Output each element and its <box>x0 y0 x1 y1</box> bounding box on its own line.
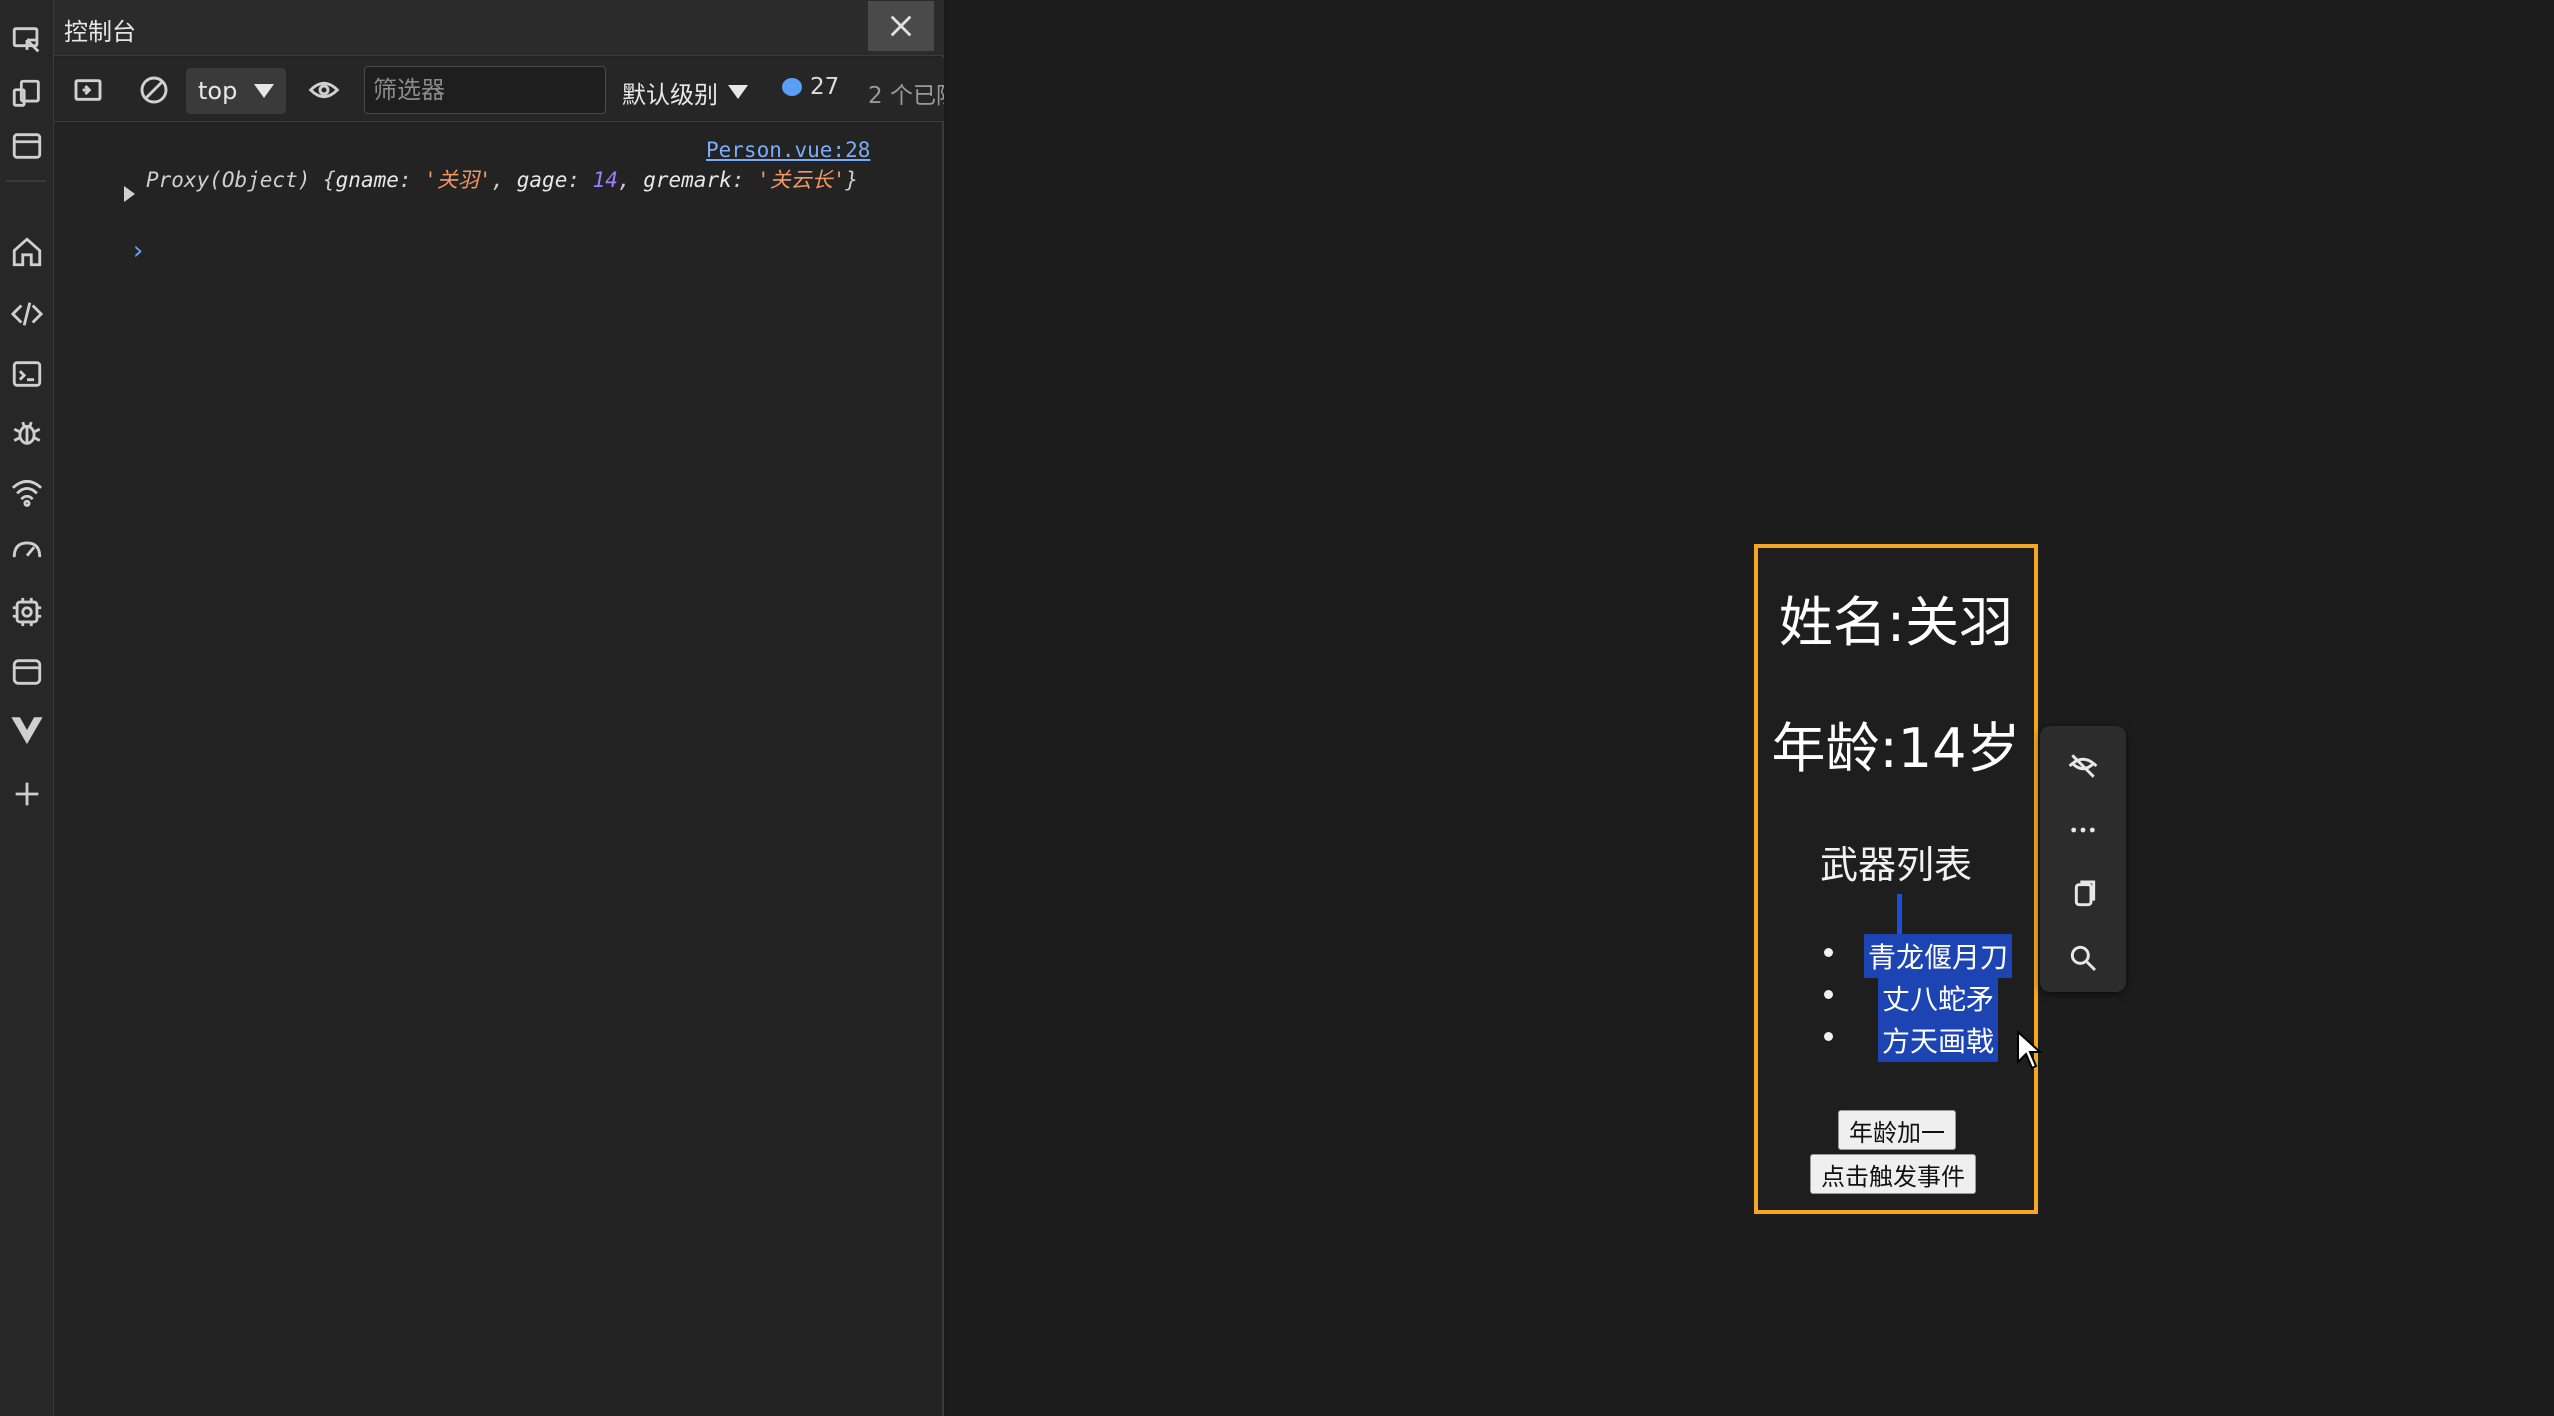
log-message[interactable]: Proxy(Object) {gname: '关羽', gage: 14, gr… <box>146 166 926 194</box>
close-button[interactable] <box>868 1 934 51</box>
application-icon[interactable] <box>0 648 54 696</box>
trigger-event-button[interactable]: 点击触发事件 <box>1810 1154 1976 1194</box>
weapon-name: 方天画戟 <box>1878 1018 1999 1062</box>
selection-mini-toolbar <box>2040 726 2126 992</box>
context-select-value: top <box>198 77 238 105</box>
search-button[interactable] <box>2063 938 2103 978</box>
list-item: 丈八蛇矛 <box>1758 976 2034 1020</box>
message-count[interactable]: 27 <box>782 74 839 100</box>
message-count-value: 27 <box>810 74 840 100</box>
chevron-down-icon <box>728 85 748 99</box>
hidden-count[interactable]: 2 个已隐藏 <box>868 76 944 110</box>
window-icon[interactable] <box>0 122 54 170</box>
list-item: 青龙偃月刀 <box>1758 934 2034 978</box>
message-icon <box>782 78 802 96</box>
console-icon[interactable] <box>0 350 54 398</box>
inspect-icon[interactable] <box>0 16 54 64</box>
context-select[interactable]: top <box>186 68 286 114</box>
log-key: gage <box>516 168 568 192</box>
code-icon[interactable] <box>0 290 54 338</box>
live-expression-button[interactable] <box>306 72 342 108</box>
log-value: 14 <box>592 168 618 192</box>
device-icon[interactable] <box>0 70 54 118</box>
close-icon <box>890 15 912 37</box>
log-key: gremark <box>643 168 732 192</box>
copy-icon <box>2074 880 2096 907</box>
person-name: 姓名:关羽 <box>1778 591 2014 654</box>
expand-triangle-icon[interactable] <box>124 186 135 202</box>
log-value: '关云长' <box>757 168 846 192</box>
hide-icon <box>2068 754 2098 778</box>
clear-icon <box>140 76 168 104</box>
eye-icon <box>308 81 340 99</box>
clear-console-button[interactable] <box>136 72 172 108</box>
page-viewport <box>946 0 2554 1416</box>
log-level-value: 默认级别 <box>622 80 718 109</box>
weapon-name: 丈八蛇矛 <box>1878 976 1999 1020</box>
devtools-panel: 控制台 top 默认级别 27 2 个已隐藏 Person.vue:28 <box>54 0 944 1416</box>
log-key: gname <box>335 168 399 192</box>
vue-icon[interactable] <box>0 706 54 754</box>
copy-button[interactable] <box>2063 874 2103 914</box>
person-age: 年龄:14岁 <box>1771 717 2021 780</box>
console-toolbar: top 默认级别 27 2 个已隐藏 <box>54 58 944 122</box>
mouse-cursor-icon <box>2017 1030 2042 1070</box>
search-icon <box>2070 945 2097 972</box>
network-icon[interactable] <box>0 468 54 516</box>
log-suffix: } <box>845 168 858 192</box>
console-prompt[interactable]: › <box>130 236 146 266</box>
sidebar-toggle-button[interactable] <box>70 72 106 108</box>
bug-icon[interactable] <box>0 408 54 456</box>
devtools-titlebar: 控制台 <box>54 0 944 56</box>
weapon-list: 青龙偃月刀 丈八蛇矛 方天画戟 <box>1758 934 2034 1062</box>
sidebar-toggle-icon <box>74 79 102 101</box>
performance-icon[interactable] <box>0 526 54 574</box>
bullet <box>1824 1032 1833 1041</box>
memory-icon[interactable] <box>0 588 54 636</box>
chevron-down-icon <box>254 84 274 98</box>
more-icon <box>2071 827 2095 833</box>
home-icon[interactable] <box>0 228 54 276</box>
log-value: '关羽' <box>424 168 492 192</box>
list-item: 方天画戟 <box>1758 1018 2034 1062</box>
add-icon[interactable] <box>0 770 54 818</box>
weapon-name: 青龙偃月刀 <box>1864 934 2013 978</box>
log-level-select[interactable]: 默认级别 <box>622 72 748 112</box>
devtools-title: 控制台 <box>64 18 136 46</box>
selection-caret <box>1897 894 1902 936</box>
log-source-link[interactable]: Person.vue:28 <box>706 138 870 162</box>
more-button[interactable] <box>2063 810 2103 850</box>
activity-separator <box>6 180 46 182</box>
hide-button[interactable] <box>2063 746 2103 786</box>
age-increment-button[interactable]: 年龄加一 <box>1838 1110 1956 1150</box>
activity-bar <box>0 0 54 1416</box>
bullet <box>1824 948 1833 957</box>
bullet <box>1824 990 1833 999</box>
weapons-title: 武器列表 <box>1819 843 1972 887</box>
person-card: 姓名:关羽 年龄:14岁 武器列表 青龙偃月刀 丈八蛇矛 方天画戟 年龄加一 点… <box>1754 544 2038 1214</box>
filter-input[interactable] <box>364 66 606 114</box>
log-prefix: Proxy(Object) { <box>146 168 336 192</box>
